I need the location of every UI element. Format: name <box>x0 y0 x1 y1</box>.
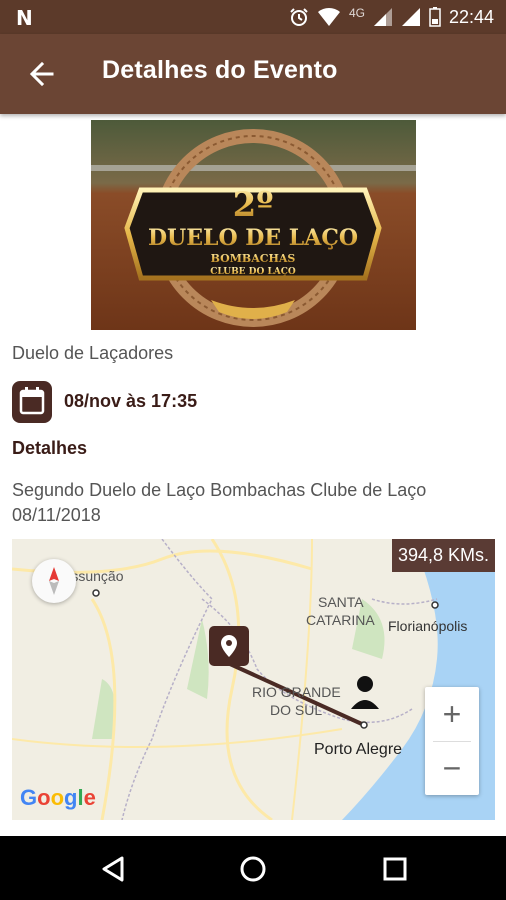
banner-line-3: BOMBACHAS <box>211 252 296 265</box>
zoom-divider <box>433 741 471 742</box>
event-name: Duelo de Laçadores <box>12 343 174 363</box>
zoom-out-button[interactable]: − <box>425 741 479 795</box>
details-heading: Detalhes <box>12 438 88 458</box>
map-label-porto-alegre: Porto Alegre <box>314 741 402 758</box>
event-location-marker[interactable] <box>209 626 249 666</box>
home-nav-icon[interactable] <box>238 854 268 884</box>
system-nav-bar <box>0 836 506 900</box>
google-logo: Google <box>20 785 96 810</box>
network-type: 4G <box>348 6 365 20</box>
zoom-in-button[interactable]: + <box>425 687 479 741</box>
signal-icon <box>401 8 420 26</box>
battery-icon <box>429 7 441 27</box>
recents-nav-icon[interactable] <box>380 854 410 884</box>
map-label-sc2: CATARINA <box>306 612 375 628</box>
event-description: Segundo Duelo de Laço Bombachas Clube de… <box>12 480 427 525</box>
event-date: 08/nov às 17:35 <box>64 391 198 411</box>
back-nav-icon[interactable] <box>98 854 128 884</box>
app-toolbar: Detalhes do Evento <box>0 34 506 114</box>
status-icons: 4G 22:44 <box>289 6 494 28</box>
n-icon: N <box>16 6 33 30</box>
event-banner: 2º DUELO DE LAÇO BOMBACHAS CLUBE DO LAÇO <box>91 120 416 330</box>
banner-line-2: DUELO DE LAÇO <box>148 225 358 251</box>
banner-art: 2º DUELO DE LAÇO BOMBACHAS CLUBE DO LAÇO <box>91 120 416 330</box>
map-label-sc1: SANTA <box>318 594 364 610</box>
event-map[interactable]: Assunção SANTA CATARINA Florianópolis RI… <box>12 539 495 820</box>
content-continuation <box>0 828 506 836</box>
compass-button[interactable] <box>32 559 76 603</box>
clock: 22:44 <box>448 6 494 27</box>
map-label-rs1: RIO GRANDE <box>252 684 341 700</box>
banner-line-4: CLUBE DO LAÇO <box>210 267 296 277</box>
status-bar: N 4G 22:44 <box>0 0 506 34</box>
distance-badge: 394,8 KMs. <box>391 539 495 572</box>
page-title: Detalhes do Evento <box>102 56 338 84</box>
arrow-left-icon <box>29 61 54 87</box>
zoom-controls: + − <box>425 687 479 795</box>
map-label-florianopolis: Florianópolis <box>388 618 467 634</box>
wifi-icon <box>317 7 340 26</box>
map-label-rs2: DO SUL <box>270 702 322 718</box>
back-button[interactable] <box>24 56 60 92</box>
banner-line-1: 2º <box>233 185 274 225</box>
alarm-icon <box>290 8 308 26</box>
signal-icon <box>373 8 392 26</box>
calendar-icon <box>12 381 52 423</box>
compass-icon <box>49 567 59 595</box>
map-canvas: Assunção SANTA CATARINA Florianópolis RI… <box>12 539 495 820</box>
